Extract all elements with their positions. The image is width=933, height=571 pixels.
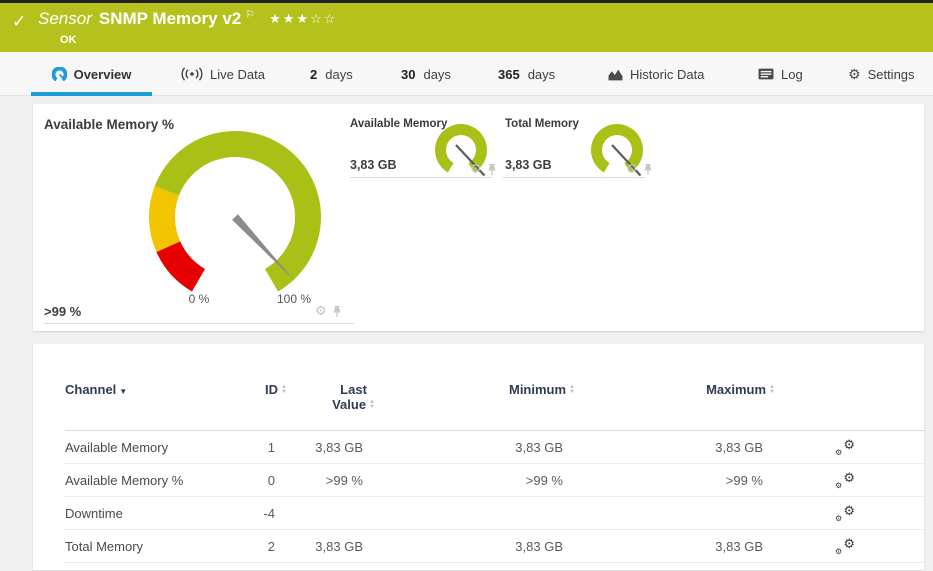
tab-log-label: Log (781, 67, 803, 82)
channel-table-header: Channel▼ ID▲▼ Last Value▲▼ Minimum▲▼ Max… (65, 382, 924, 431)
channel-id: -4 (235, 506, 287, 521)
divider (350, 177, 492, 178)
channel-name[interactable]: Total Memory (65, 539, 235, 554)
gauge-segment-red (156, 241, 205, 291)
tab-365-days-number: 365 (498, 67, 520, 82)
column-header-channel[interactable]: Channel▼ (65, 382, 235, 397)
sensor-title: SNMP Memory v2 (99, 9, 241, 29)
tab-30-days[interactable]: 30 days (401, 52, 451, 96)
column-header-maximum[interactable]: Maximum▲▼ (575, 382, 775, 397)
channel-settings-gears-icon[interactable]: ⚙⚙ (835, 505, 855, 522)
main-gauge-min-label: 0 % (176, 292, 222, 306)
log-list-icon (758, 68, 774, 80)
tab-2-days-word: days (325, 67, 352, 82)
sensor-status-header: ✓ Sensor SNMP Memory v2 ⚐ ★★★☆☆ OK (0, 0, 933, 52)
sort-desc-icon: ▼ (119, 387, 127, 396)
priority-stars[interactable]: ★★★☆☆ (269, 9, 337, 29)
tab-2-days[interactable]: 2 days (310, 52, 353, 96)
channel-minimum: >99 % (375, 473, 575, 488)
tab-live-data[interactable]: Live Data (181, 52, 265, 96)
channel-last-value: 3,83 GB (287, 440, 375, 455)
tab-settings-label: Settings (868, 67, 915, 82)
channel-settings-gears-icon[interactable]: ⚙⚙ (835, 472, 855, 489)
column-header-minimum[interactable]: Minimum▲▼ (375, 382, 575, 397)
pin-icon[interactable] (643, 164, 653, 175)
table-row[interactable]: Total Memory 2 3,83 GB 3,83 GB 3,83 GB ⚙… (65, 530, 924, 563)
channel-name[interactable]: Available Memory (65, 440, 235, 455)
channel-last-value: >99 % (287, 473, 375, 488)
channel-name[interactable]: Available Memory % (65, 473, 235, 488)
channel-maximum: 3,83 GB (575, 440, 775, 455)
status-ok-check-icon: ✓ (12, 12, 38, 32)
table-row[interactable]: Available Memory % 0 >99 % >99 % >99 % ⚙… (65, 464, 924, 497)
sort-icon: ▲▼ (281, 385, 287, 395)
channel-last-value: 3,83 GB (287, 539, 375, 554)
sensor-tab-bar: Overview Live Data 2 days 30 days 365 da… (0, 52, 933, 96)
total-memory-gauge-title: Total Memory (505, 118, 579, 130)
main-gauge-actions: ⚙ (315, 305, 342, 317)
tab-historic-data[interactable]: Historic Data (608, 52, 704, 96)
channel-settings-gears-icon[interactable]: ⚙⚙ (835, 439, 855, 456)
tab-30-days-number: 30 (401, 67, 415, 82)
table-row[interactable]: Available Memory 1 3,83 GB 3,83 GB 3,83 … (65, 431, 924, 464)
main-gauge-value: >99 % (44, 304, 81, 319)
channel-id: 0 (235, 473, 287, 488)
tab-overview[interactable]: Overview (31, 52, 152, 96)
pin-icon[interactable] (332, 306, 342, 317)
object-kind-label: Sensor (38, 9, 92, 29)
sort-icon: ▲▼ (569, 385, 575, 395)
main-gauge (145, 127, 325, 295)
available-memory-gauge-value: 3,83 GB (350, 158, 397, 172)
area-chart-icon (608, 68, 623, 81)
tab-live-data-label: Live Data (210, 67, 265, 82)
stars-empty: ☆☆ (310, 11, 337, 26)
channel-maximum: >99 % (575, 473, 775, 488)
available-memory-gauge-actions: ⚙ (470, 163, 497, 175)
divider (44, 323, 354, 324)
tab-2-days-number: 2 (310, 67, 317, 82)
channel-minimum: 3,83 GB (375, 539, 575, 554)
table-row[interactable]: Downtime -4 ⚙⚙ (65, 497, 924, 530)
tab-settings[interactable]: ⚙ Settings (848, 52, 915, 96)
total-memory-gauge-actions: ⚙ (626, 163, 653, 175)
channel-name[interactable]: Downtime (65, 506, 235, 521)
channel-settings-gears-icon[interactable]: ⚙⚙ (835, 538, 855, 555)
divider (503, 177, 645, 178)
channel-maximum: 3,83 GB (575, 539, 775, 554)
gear-icon[interactable]: ⚙ (315, 305, 327, 317)
tab-30-days-word: days (423, 67, 450, 82)
gauge-segment-yellow (149, 186, 180, 252)
sort-icon: ▲▼ (369, 400, 375, 410)
channel-id: 1 (235, 440, 287, 455)
gauge-icon (52, 67, 67, 81)
tab-365-days-word: days (528, 67, 555, 82)
gear-icon[interactable]: ⚙ (470, 163, 482, 175)
tab-log[interactable]: Log (758, 52, 803, 96)
total-memory-gauge-value: 3,83 GB (505, 158, 552, 172)
main-gauge-max-label: 100 % (271, 292, 317, 306)
sensor-status-text: OK (60, 34, 337, 46)
column-header-id[interactable]: ID▲▼ (235, 382, 287, 397)
pin-icon[interactable] (487, 164, 497, 175)
tab-overview-label: Overview (74, 67, 132, 82)
stars-filled: ★★★ (269, 11, 310, 26)
channel-id: 2 (235, 539, 287, 554)
live-signal-icon (181, 67, 203, 81)
column-header-last-value[interactable]: Last Value▲▼ (287, 382, 375, 412)
tab-365-days[interactable]: 365 days (498, 52, 555, 96)
gauge-needle (232, 214, 295, 281)
overview-gauges-panel: Available Memory % 0 % 100 % >99 % ⚙ Ava… (33, 104, 924, 331)
gear-icon[interactable]: ⚙ (626, 163, 638, 175)
sort-icon: ▲▼ (769, 385, 775, 395)
channel-table-panel: Channel▼ ID▲▼ Last Value▲▼ Minimum▲▼ Max… (33, 344, 924, 570)
gear-icon: ⚙ (848, 66, 861, 83)
tab-historic-data-label: Historic Data (630, 67, 704, 82)
channel-minimum: 3,83 GB (375, 440, 575, 455)
flag-icon[interactable]: ⚐ (245, 5, 255, 25)
